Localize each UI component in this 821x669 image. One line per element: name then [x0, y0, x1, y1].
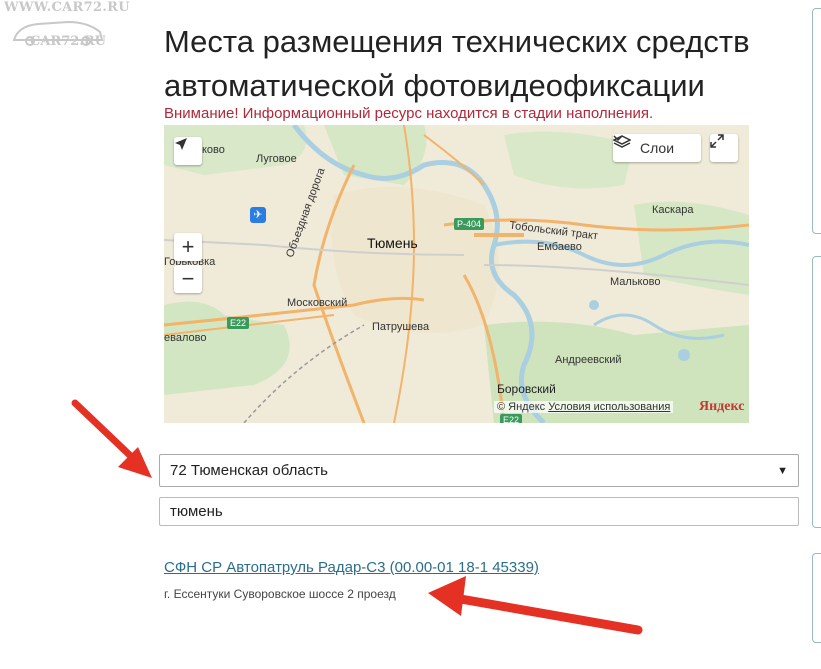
- chevron-down-icon: [613, 135, 623, 142]
- minus-icon: −: [181, 266, 195, 291]
- layers-button[interactable]: Слои: [613, 134, 701, 162]
- zoom-in-button[interactable]: +: [174, 233, 202, 261]
- airport-icon: ✈: [250, 207, 266, 223]
- region-select[interactable]: 72 Тюменская область ▼: [159, 454, 799, 487]
- side-panel: [812, 256, 821, 528]
- site-watermark: WWW.CAR72.RU CAR72.RU: [0, 0, 140, 60]
- map-attribution: © Яндекс Условия использования: [494, 401, 674, 413]
- yandex-logo: Яндекс: [699, 399, 745, 414]
- map-label-patrusheva: Патрушева: [372, 321, 430, 333]
- map-label-kaskara: Каскара: [652, 204, 694, 216]
- road-sign-e22: E22: [500, 414, 523, 423]
- map-tiles: [164, 125, 749, 423]
- map-label-andreevskiy: Андреевский: [555, 354, 622, 366]
- locate-button[interactable]: [174, 137, 202, 165]
- copyright-text: © Яндекс: [497, 401, 546, 413]
- zoom-out-button[interactable]: −: [174, 265, 202, 293]
- side-panel: [812, 553, 821, 643]
- map-label-kovo: ково: [202, 144, 225, 156]
- layers-label: Слои: [639, 140, 675, 156]
- notice-text: Внимание! Информационный ресурс находитс…: [164, 105, 654, 122]
- page-title: Места размещения технических средств авт…: [164, 24, 750, 103]
- road-sign-e22: E22: [227, 317, 250, 329]
- navigation-arrow-icon: [175, 138, 187, 150]
- map-label-lugovoe: Луговое: [256, 153, 297, 165]
- yandex-map[interactable]: ково Луговое ✈ Горьковка Московский евал…: [164, 125, 749, 423]
- result-title-link[interactable]: СФН СР Автопатруль Радар-С3 (00.00-01 18…: [164, 559, 539, 576]
- road-sign-r404: Р-404: [454, 218, 485, 230]
- result-address: г. Ессентуки Суворовское шоссе 2 проезд: [164, 587, 396, 601]
- terms-link[interactable]: Условия использования: [548, 401, 670, 413]
- annotation-arrow-icon: [71, 399, 152, 478]
- annotation-arrow-icon: [428, 576, 643, 635]
- map-label-city: Тюмень: [367, 235, 418, 251]
- side-panel: [812, 8, 821, 234]
- map-label-borovskiy: Боровский: [497, 382, 556, 396]
- watermark-line1: WWW.CAR72.RU: [4, 0, 130, 15]
- fullscreen-button[interactable]: [710, 134, 738, 162]
- plus-icon: +: [181, 234, 195, 259]
- expand-icon: [710, 134, 724, 148]
- map-label-embaevo: Ембаево: [537, 241, 582, 253]
- map-label-malkovo: Мальково: [610, 276, 661, 288]
- map-label-moskovskiy: Московский: [287, 297, 348, 309]
- watermark-line2: CAR72.RU: [30, 34, 106, 49]
- caret-down-icon: ▼: [777, 464, 788, 477]
- city-input[interactable]: [159, 497, 799, 526]
- region-select-value: 72 Тюменская область: [170, 462, 328, 479]
- map-label-evalovo: евалово: [164, 332, 207, 344]
